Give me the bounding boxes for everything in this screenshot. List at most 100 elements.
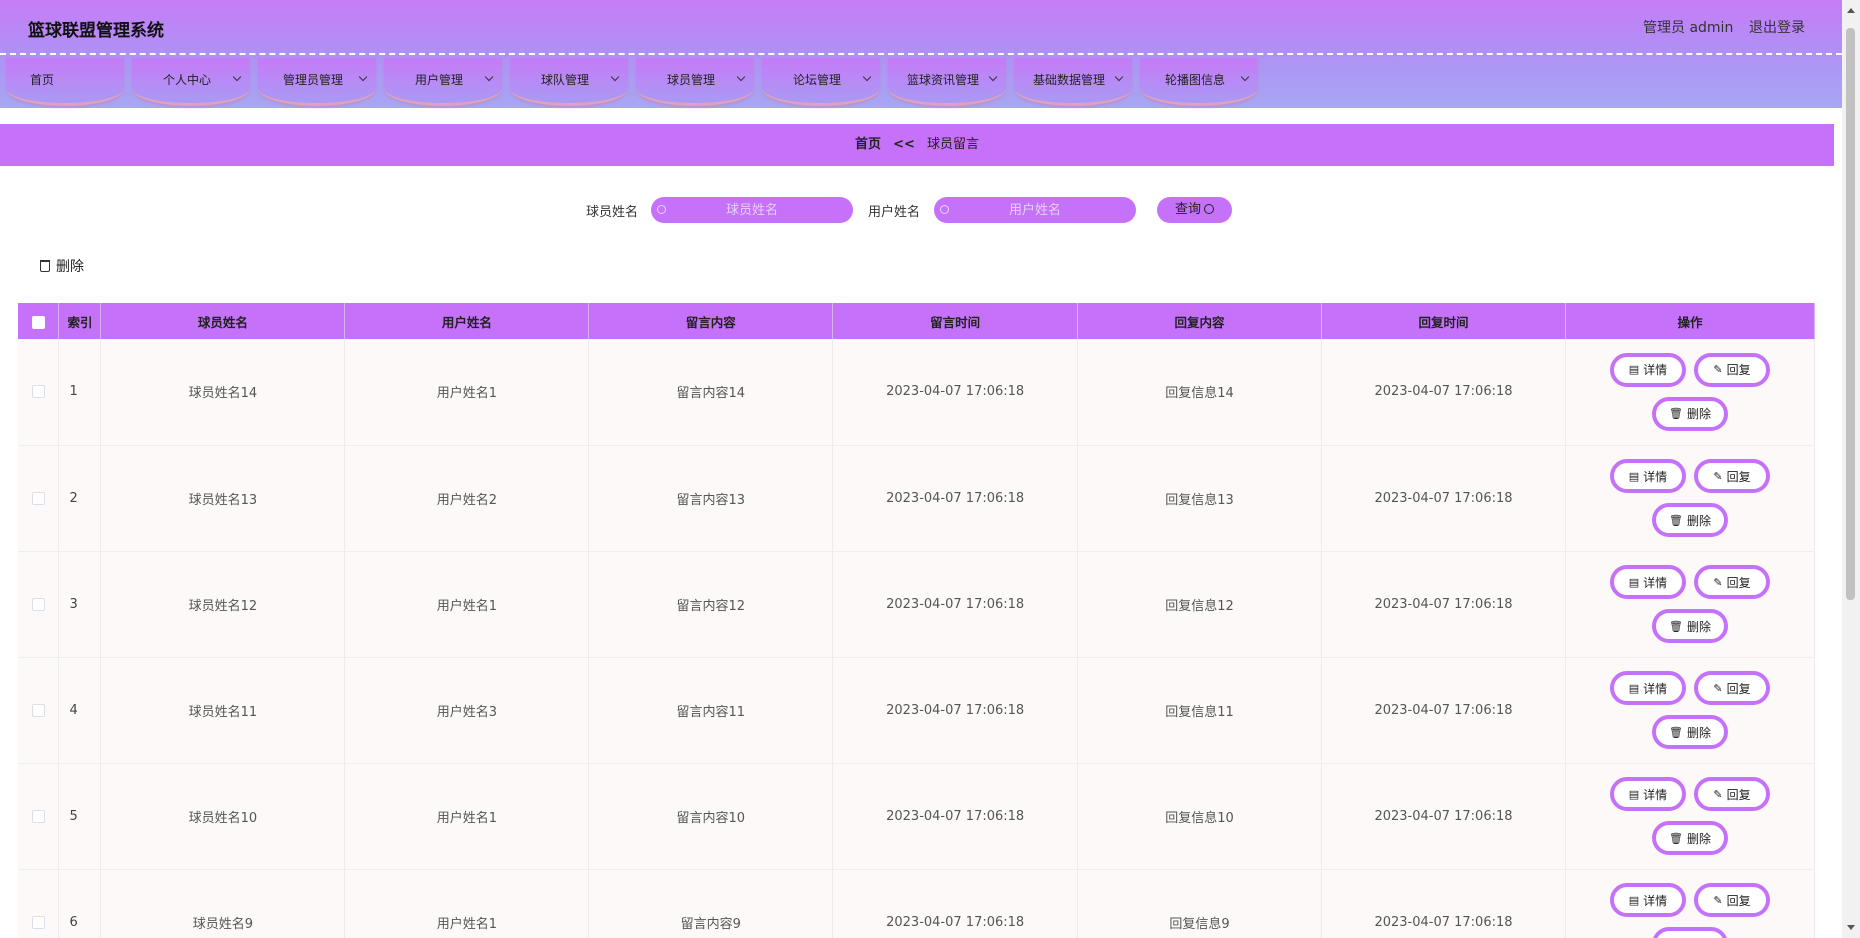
breadcrumb-home[interactable]: 首页 [855,137,881,152]
nav-item[interactable]: 首页 [6,58,124,106]
message-content-cell: 留言内容10 [588,763,834,870]
user-name-cell: 用户姓名2 [344,445,590,552]
nav-item[interactable]: 轮播图信息 [1140,58,1258,106]
row-checkbox[interactable] [31,385,45,399]
nav-item[interactable]: 球队管理 [510,58,628,106]
delete-button[interactable]: 🗑删除 [1651,396,1728,431]
reply-button[interactable]: ✎ 回复 [1693,883,1770,917]
current-user-label: 管理员 admin [1643,20,1734,36]
nav-item[interactable]: 球员管理 [636,58,754,106]
scrollbar-thumb[interactable] [1846,28,1855,600]
reply-button-label: 回复 [1726,363,1751,378]
detail-button-label: 详情 [1643,787,1668,802]
nav-item-label: 球队管理 [540,73,589,87]
detail-button-label: 详情 [1643,469,1668,484]
nav-item[interactable]: 篮球资讯管理 [888,58,1006,106]
player-name-cell: 球员姓名9 [100,869,346,938]
detail-button[interactable]: ▤ 详情 [1609,777,1686,811]
document-icon: ▤ [1628,469,1640,483]
row-checkbox[interactable] [31,809,45,823]
row-checkbox[interactable] [31,703,45,717]
reply-time-cell: 2023-04-07 17:06:18 [1321,445,1566,552]
nav-item-label: 篮球资讯管理 [906,73,979,87]
scroll-up-arrow[interactable] [1847,8,1855,13]
row-checkbox[interactable] [31,915,45,929]
delete-button-label: 删除 [1686,725,1711,740]
row-checkbox[interactable] [31,491,45,505]
delete-button[interactable]: 🗑删除 [1651,927,1728,938]
player-name-cell: 球员姓名10 [100,763,346,870]
trash-icon: 🗑 [1668,725,1683,739]
message-time-cell: 2023-04-07 17:06:18 [832,551,1079,658]
select-all-checkbox[interactable] [31,315,45,329]
detail-button[interactable]: ▤ 详情 [1609,565,1686,599]
document-icon: ▤ [1628,363,1640,377]
table-header-row: 索引 球员姓名 用户姓名 留言内容 留言时间 回复内容 回复时间 操作 [18,303,1816,339]
nav-item[interactable]: 基础数据管理 [1014,58,1132,106]
row-select-cell [18,763,60,870]
reply-button[interactable]: ✎ 回复 [1693,352,1770,387]
detail-button[interactable]: ▤ 详情 [1609,459,1686,493]
player-name-cell: 球员姓名13 [100,445,346,552]
reply-button[interactable]: ✎ 回复 [1693,671,1770,705]
reply-button[interactable]: ✎ 回复 [1693,565,1770,599]
detail-button[interactable]: ▤ 详情 [1609,671,1686,705]
player-name-cell: 球员姓名14 [100,339,346,446]
delete-button[interactable]: 🗑删除 [1651,503,1728,537]
query-button[interactable]: 查询 [1157,197,1232,223]
column-header: 操作 [1565,303,1816,339]
scroll-down-arrow[interactable] [1847,925,1855,930]
breadcrumb-current: 球员留言 [927,137,980,152]
nav-item-label: 基础数据管理 [1032,73,1105,87]
user-name-cell: 用户姓名1 [344,869,590,938]
player-name-input[interactable] [651,197,853,223]
table-row: 3 球员姓名12 用户姓名1 留言内容12 2023-04-07 17:06:18 回复信… [18,551,1816,658]
nav-item[interactable]: 用户管理 [384,58,502,106]
user-name-cell: 用户姓名1 [344,763,590,870]
table-row: 5 球员姓名10 用户姓名1 留言内容10 2023-04-07 17:06:18 回复信… [18,763,1816,870]
vertical-scrollbar[interactable] [1842,0,1860,938]
message-content-cell: 留言内容9 [588,869,834,938]
document-icon: ▤ [1628,893,1640,907]
user-name-cell: 用户姓名1 [344,551,590,658]
message-content-cell: 留言内容14 [588,339,834,446]
search-icon [1204,204,1214,214]
detail-button[interactable]: ▤ 详情 [1609,883,1686,917]
delete-button[interactable]: 🗑删除 [1651,715,1728,749]
reply-button[interactable]: ✎ 回复 [1693,459,1770,493]
column-header: 用户姓名 [344,303,590,339]
actions-cell: ▤详情✎回复 🗑删除 [1565,657,1816,764]
player-name-field[interactable] [651,197,853,223]
logout-link[interactable]: 退出登录 [1749,17,1805,37]
table-row: 6 球员姓名9 用户姓名1 留言内容9 2023-04-07 17:06:18 回复信息9… [18,869,1816,938]
batch-delete-button[interactable]: 删除 [40,256,84,276]
query-button-label: 查询 [1174,202,1201,217]
reply-button-label: 回复 [1726,787,1751,802]
breadcrumb: 首页 << 球员留言 [0,124,1834,166]
reply-time-cell: 2023-04-07 17:06:18 [1321,339,1566,446]
row-select-cell [18,869,60,938]
reply-content-cell: 回复信息11 [1077,657,1323,764]
nav-item[interactable]: 管理员管理 [258,58,376,106]
delete-button[interactable]: 🗑删除 [1651,609,1728,643]
user-name-field[interactable] [934,197,1136,223]
reply-time-cell: 2023-04-07 17:06:18 [1321,763,1566,870]
reply-content-cell: 回复信息12 [1077,551,1323,658]
user-name-cell: 用户姓名1 [344,339,590,446]
document-icon: ▤ [1628,787,1640,801]
trash-icon: 🗑 [1668,513,1683,527]
document-icon: ▤ [1628,681,1640,695]
nav-item[interactable]: 论坛管理 [762,58,880,106]
reply-content-cell: 回复信息13 [1077,445,1323,552]
index-cell: 5 [58,763,102,870]
reply-button[interactable]: ✎ 回复 [1693,777,1770,811]
row-checkbox[interactable] [31,597,45,611]
reply-button-label: 回复 [1726,575,1751,590]
edit-icon: ✎ [1713,787,1723,801]
delete-button[interactable]: 🗑删除 [1651,821,1728,855]
detail-button[interactable]: ▤ 详情 [1609,352,1686,387]
message-time-cell: 2023-04-07 17:06:18 [832,339,1079,446]
nav-item[interactable]: 个人中心 [132,58,250,106]
table-row: 4 球员姓名11 用户姓名3 留言内容11 2023-04-07 17:06:18 回复信… [18,657,1816,764]
user-name-input[interactable] [934,197,1136,223]
